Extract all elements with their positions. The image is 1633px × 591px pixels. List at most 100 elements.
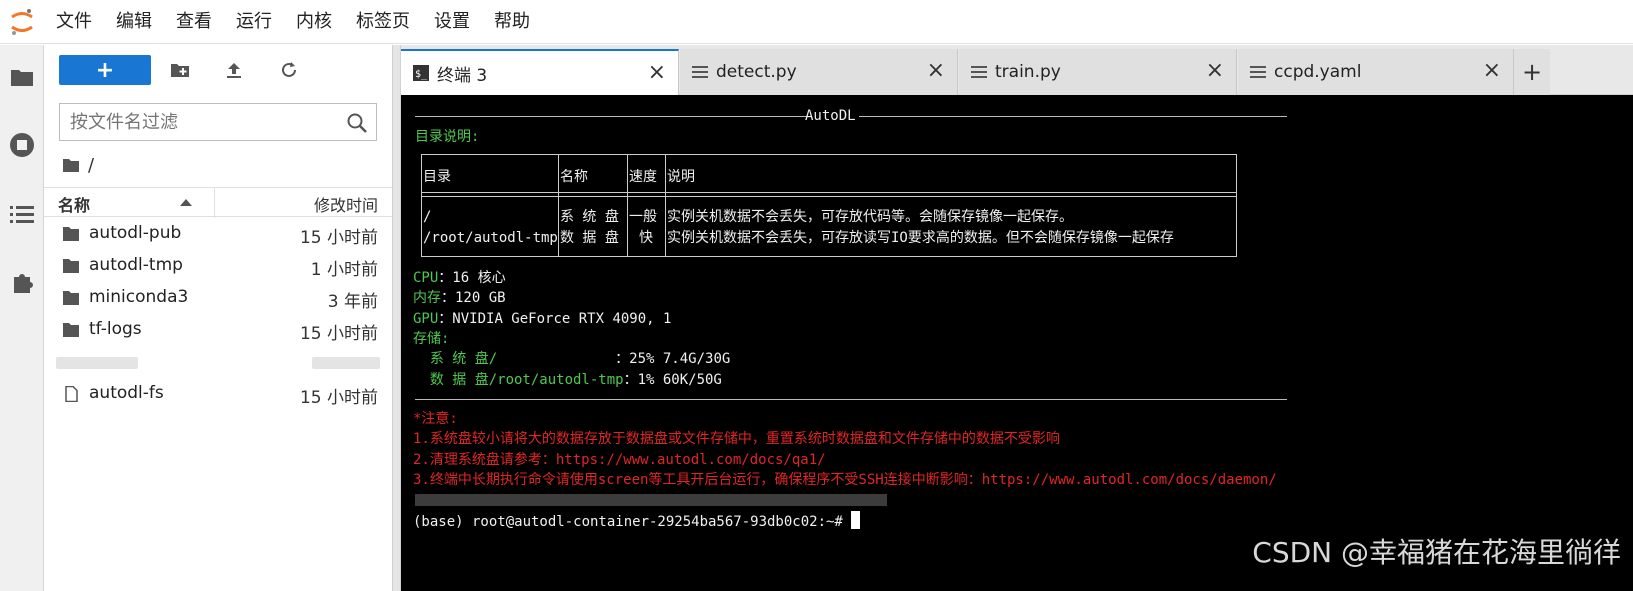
table-of-contents-icon[interactable] (8, 200, 36, 228)
add-tab-button[interactable]: + (1514, 49, 1550, 95)
shell-prompt[interactable]: (base) root@autodl-container-29254ba567-… (413, 511, 861, 532)
close-icon[interactable]: × (648, 62, 666, 84)
menu-tabs[interactable]: 标签页 (344, 0, 422, 44)
table-divider (421, 196, 1237, 197)
tab-train-py[interactable]: train.py × (959, 49, 1237, 95)
dir-title: 目录说明: (415, 129, 480, 145)
data-disk-line: 数 据 盘/root/autodl-tmp：1% 60K/50G (413, 370, 722, 390)
data-disk-label: 数 据 盘/root/autodl-tmp (413, 372, 624, 388)
text-cursor (851, 511, 861, 529)
table-cell: 实例关机数据不会丢失，可存放读写IO要求高的数据。但不会随保存镜像一起保存 (667, 230, 1174, 246)
table-col-line (558, 154, 559, 257)
cpu-line: CPU：16 核心 (413, 268, 506, 288)
table-col-line (627, 154, 628, 257)
tab-label: detect.py (716, 62, 797, 82)
file-modified: 15 小时前 (299, 324, 378, 344)
gpu-value: ：NVIDIA GeForce RTX 4090, 1 (438, 311, 672, 327)
folder-icon (63, 227, 79, 241)
text-file-icon (1250, 66, 1266, 78)
file-row[interactable]: autodl-pub 15 小时前 (44, 219, 392, 251)
notice-line: 3.终端中长期执行命令请使用screen等工具开后台运行，确保程序不受SSH连接… (413, 472, 1277, 488)
tab-ccpd-yaml[interactable]: ccpd.yaml × (1238, 49, 1514, 95)
redacted-time (312, 357, 380, 369)
menu-run[interactable]: 运行 (224, 0, 284, 44)
table-cell: 实例关机数据不会丢失，可存放代码等。会随保存镜像一起保存。 (667, 209, 1073, 225)
file-modified: 15 小时前 (299, 228, 378, 248)
table-cell: 快 (639, 230, 653, 246)
activity-bar (0, 45, 44, 591)
breadcrumb-root[interactable]: / (88, 155, 94, 176)
running-kernels-icon[interactable] (8, 131, 36, 159)
terminal-output[interactable]: AutoDL 目录说明: 目录 名称 速度 说明 / 系 统 盘 一般 实例关机… (401, 95, 1633, 591)
system-disk-value: ：25% 7.4G/30G (615, 351, 731, 367)
column-name[interactable]: 名称 (58, 192, 90, 216)
table-cell: 一般 (629, 209, 657, 225)
file-modified: 1 小时前 (310, 260, 378, 280)
gpu-line: GPU：NVIDIA GeForce RTX 4090, 1 (413, 309, 671, 329)
table-divider (421, 192, 1237, 193)
jupyter-logo-icon (0, 0, 44, 44)
file-list-header: 名称 修改时间 (44, 187, 392, 218)
table-header: 目录 (423, 169, 451, 185)
system-disk-label: 系 统 盘/ (413, 351, 616, 367)
filter-input[interactable] (60, 104, 330, 140)
data-disk-value: ：1% 60K/50G (623, 372, 722, 388)
extensions-puzzle-icon[interactable] (8, 269, 36, 297)
file-row[interactable]: autodl-tmp 1 小时前 (44, 251, 392, 283)
search-icon[interactable] (346, 112, 368, 134)
file-row-redacted[interactable] (44, 347, 392, 379)
tab-label: ccpd.yaml (1274, 62, 1362, 82)
banner-rule-right (859, 116, 1287, 117)
close-icon[interactable]: × (1483, 60, 1501, 82)
refresh-icon[interactable] (277, 58, 301, 82)
redacted-line (415, 494, 887, 506)
tab-label: train.py (995, 62, 1061, 82)
redacted-name (56, 357, 138, 369)
panel-splitter[interactable] (392, 45, 401, 591)
tab-detect-py[interactable]: detect.py × (680, 49, 958, 95)
table-cell: / (423, 209, 432, 225)
menu-edit[interactable]: 编辑 (104, 0, 164, 44)
file-browser-panel: + / 名称 修改时间 autodl-pub 15 小时前 autodl-tmp (44, 45, 392, 591)
banner-rule-left (415, 116, 807, 117)
table-cell: /root/autodl-tmp (423, 230, 558, 246)
table-header: 说明 (667, 169, 695, 185)
cpu-label: CPU (413, 270, 439, 286)
banner-title: AutoDL (805, 108, 856, 124)
upload-icon[interactable] (222, 58, 246, 82)
notice-line: 2.清理系统盘请参考：https://www.autodl.com/docs/q… (413, 452, 826, 468)
new-folder-icon[interactable] (168, 58, 192, 82)
file-row[interactable]: miniconda3 3 年前 (44, 283, 392, 315)
text-file-icon (971, 66, 987, 78)
file-icon (65, 386, 78, 402)
table-header: 速度 (629, 169, 657, 185)
menu-help[interactable]: 帮助 (482, 0, 542, 44)
file-browser-toolbar: + (44, 45, 392, 95)
menu-view[interactable]: 查看 (164, 0, 224, 44)
folder-icon[interactable] (8, 63, 36, 91)
memory-value: ：120 GB (441, 290, 506, 306)
folder-icon[interactable] (62, 158, 80, 173)
breadcrumb: / (62, 153, 94, 177)
watermark: CSDN @幸福猪在花海里徜徉 (1252, 536, 1621, 569)
prompt-text: (base) root@autodl-container-29254ba567-… (413, 514, 852, 530)
file-row[interactable]: autodl-fs 15 小时前 (44, 379, 392, 411)
table-col-line (665, 154, 666, 257)
table-header: 名称 (560, 169, 588, 185)
close-icon[interactable]: × (1206, 60, 1224, 82)
terminal-icon: $_ (413, 65, 429, 81)
cpu-value: ：16 核心 (438, 270, 506, 286)
menu-kernel[interactable]: 内核 (284, 0, 344, 44)
tab-terminal[interactable]: $_ 终端 3 × (401, 49, 679, 95)
file-row[interactable]: tf-logs 15 小时前 (44, 315, 392, 347)
close-icon[interactable]: × (927, 60, 945, 82)
file-name: autodl-tmp (89, 255, 183, 275)
separator-rule (415, 399, 1287, 400)
column-modified[interactable]: 修改时间 (314, 192, 378, 216)
sort-ascending-icon[interactable] (180, 199, 192, 206)
new-launcher-button[interactable]: + (59, 55, 151, 85)
column-divider[interactable] (214, 188, 215, 218)
menu-file[interactable]: 文件 (44, 0, 104, 44)
menu-settings[interactable]: 设置 (422, 0, 482, 44)
filter-box (59, 103, 377, 141)
